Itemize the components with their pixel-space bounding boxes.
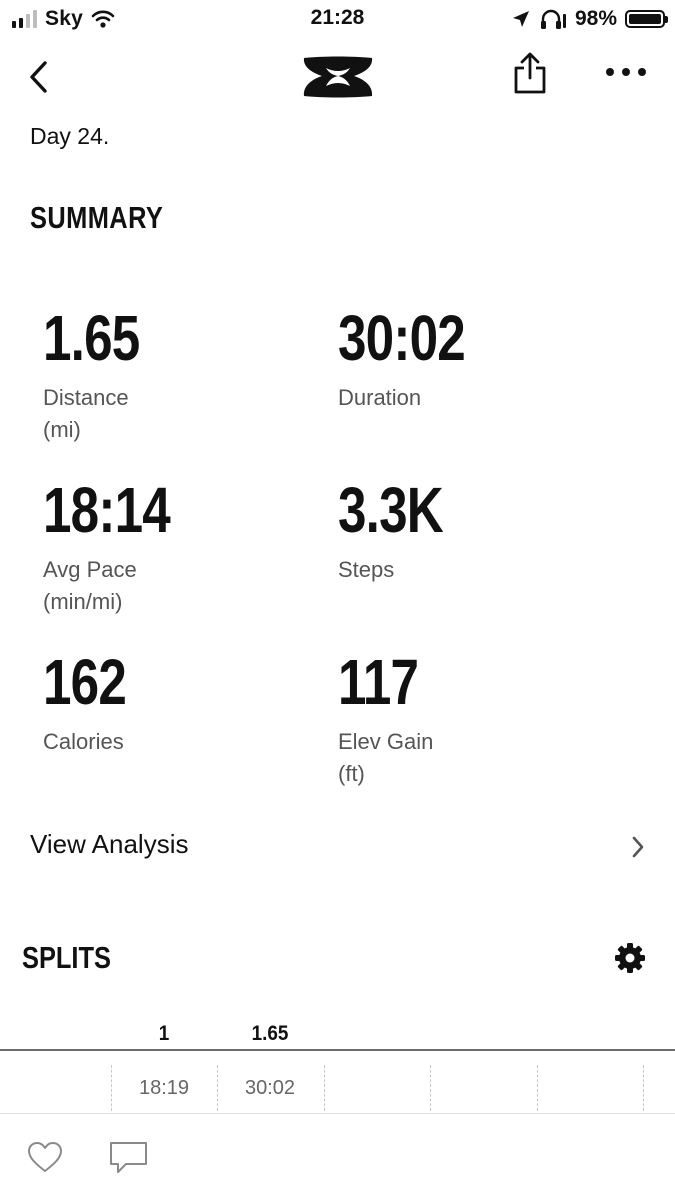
stat-value: 18:14 [43, 474, 171, 546]
stat-label: Elev Gain (ft) [338, 729, 434, 786]
split-column-divider [430, 1065, 431, 1111]
nav-bar [0, 44, 675, 110]
stat-value: 30:02 [338, 302, 466, 374]
stat-duration: 30:02 Duration [338, 306, 618, 414]
splits-header-row: 1 1.65 [0, 1018, 675, 1050]
stat-label: Steps [338, 557, 395, 582]
split-column-header: 1.65 [251, 1022, 289, 1045]
split-column-header: 1 [158, 1022, 170, 1045]
view-analysis-label: View Analysis [30, 829, 189, 859]
workout-title: Day 24. [30, 123, 110, 149]
headphones-icon [540, 9, 566, 29]
share-button[interactable] [511, 52, 549, 96]
stat-calories: 162 Calories [43, 650, 323, 758]
location-arrow-icon [512, 11, 529, 27]
status-bar: Sky 21:28 98% [0, 0, 675, 40]
back-button[interactable] [26, 60, 52, 94]
chevron-right-icon [632, 836, 644, 858]
battery-percent: 98% [574, 7, 617, 30]
stat-value: 1.65 [43, 302, 140, 374]
stat-avg-pace: 18:14 Avg Pace (min/mi) [43, 478, 323, 618]
status-right: 98% [511, 5, 668, 33]
stat-steps: 3.3K Steps [338, 478, 618, 586]
splits-settings-button[interactable] [614, 942, 646, 974]
like-button[interactable] [26, 1140, 64, 1174]
stat-distance: 1.65 Distance (mi) [43, 306, 323, 446]
view-analysis-row[interactable]: View Analysis [0, 815, 675, 877]
stat-value: 3.3K [338, 474, 444, 546]
stat-label: Duration [338, 385, 422, 410]
split-column-divider [537, 1065, 538, 1111]
bottom-action-bar [0, 1114, 675, 1200]
stat-value: 117 [338, 646, 419, 718]
stat-label: Avg Pace (min/mi) [43, 557, 137, 614]
comment-button[interactable] [108, 1140, 150, 1176]
more-button[interactable] [604, 66, 648, 78]
stat-label: Distance (mi) [43, 385, 129, 442]
stat-value: 162 [43, 646, 127, 718]
split-value: 18:19 [138, 1077, 190, 1099]
splits-values-row: 18:19 30:02 [0, 1051, 675, 1113]
battery-icon [625, 10, 668, 28]
under-armour-logo [303, 56, 373, 98]
split-column-divider [643, 1065, 644, 1111]
split-value: 30:02 [244, 1077, 296, 1099]
stat-label: Calories [43, 729, 124, 754]
splits-heading: SPLITS [22, 940, 111, 975]
summary-heading: SUMMARY [30, 200, 164, 235]
split-column-divider [324, 1065, 325, 1111]
stat-elev-gain: 117 Elev Gain (ft) [338, 650, 618, 790]
